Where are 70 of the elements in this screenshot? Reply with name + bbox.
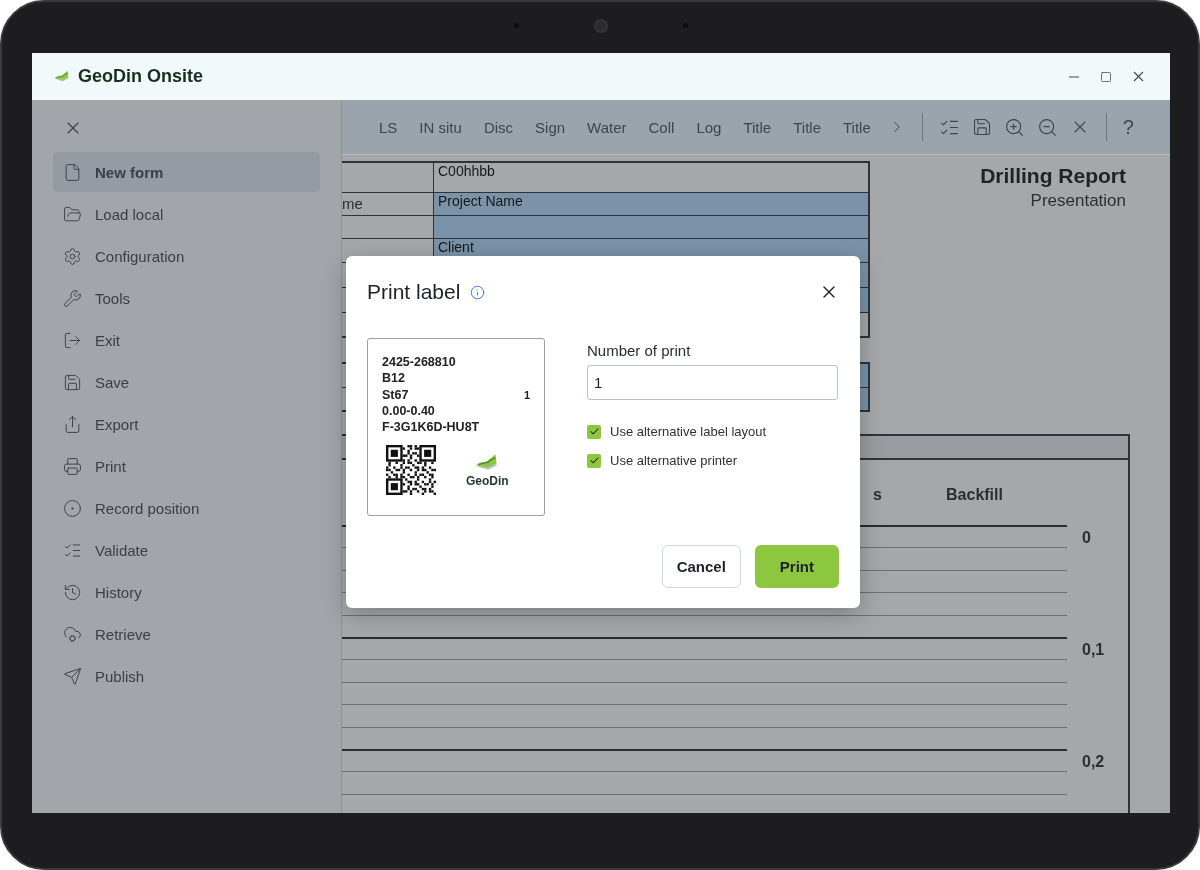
sidebar-item[interactable]: History bbox=[53, 572, 320, 612]
history-icon bbox=[63, 582, 82, 602]
label-line: 0.00-0.40 bbox=[382, 402, 436, 420]
sidebar-item[interactable]: Print bbox=[53, 446, 320, 486]
logo-text: GeoDin bbox=[466, 474, 509, 489]
upload-icon bbox=[63, 414, 82, 434]
logo-icon bbox=[475, 452, 500, 473]
sidebar-item[interactable]: Record position bbox=[53, 488, 320, 528]
tab[interactable]: Disc bbox=[472, 118, 525, 136]
dialog-title: Print label bbox=[367, 280, 461, 304]
checkbox-option[interactable]: Use alternative label layout bbox=[587, 424, 839, 439]
table-cell: Project Name bbox=[434, 193, 868, 215]
tab[interactable]: IN situ bbox=[408, 118, 473, 136]
table-cell-text: C00hhbb bbox=[437, 163, 496, 181]
sidebar-item[interactable]: Load local bbox=[53, 194, 320, 234]
depth-label: 0,2 bbox=[1082, 752, 1105, 770]
checkbox[interactable] bbox=[587, 424, 601, 439]
checkbox[interactable] bbox=[587, 453, 601, 468]
sidebar-item[interactable]: Export bbox=[53, 404, 320, 444]
sidebar-item[interactable]: Configuration bbox=[53, 236, 320, 276]
label-line: St67 bbox=[382, 386, 410, 403]
sidebar-item[interactable]: Publish bbox=[53, 656, 320, 696]
depth-label: 0 bbox=[1082, 529, 1091, 546]
tab[interactable]: Title bbox=[782, 118, 832, 136]
info-icon[interactable] bbox=[470, 284, 486, 300]
app-title: GeoDin Onsite bbox=[78, 66, 204, 87]
sidebar-item[interactable]: Exit bbox=[53, 320, 320, 360]
printer-icon bbox=[63, 456, 82, 476]
input-field[interactable]: 1 bbox=[587, 365, 838, 400]
folder-icon bbox=[63, 204, 82, 224]
exit-icon bbox=[63, 330, 82, 350]
depth-label: 0,1 bbox=[1082, 640, 1105, 658]
maximize-icon[interactable] bbox=[1100, 70, 1112, 83]
label-line: F-3G1K6D-HU8T bbox=[382, 419, 481, 436]
print-button[interactable]: Print bbox=[754, 545, 839, 588]
column-heading: s bbox=[872, 484, 882, 504]
file-icon bbox=[63, 162, 82, 182]
gear-icon bbox=[63, 246, 82, 266]
qr-code-icon bbox=[386, 445, 436, 496]
tab[interactable]: Title bbox=[831, 118, 882, 136]
sidebar-item[interactable]: Save bbox=[53, 362, 320, 402]
option-label: Use alternative label layout bbox=[610, 424, 767, 439]
sidebar-item[interactable]: Validate bbox=[53, 530, 320, 570]
save-icon bbox=[63, 372, 82, 392]
logo-icon bbox=[54, 70, 70, 83]
tab[interactable]: Water bbox=[576, 118, 638, 136]
sidebar-item[interactable]: New form bbox=[53, 152, 320, 192]
sidebar-item[interactable]: Tools bbox=[53, 278, 320, 318]
checkbox-option[interactable]: Use alternative printer bbox=[587, 453, 839, 468]
send-icon bbox=[63, 666, 82, 686]
tab[interactable]: Coll bbox=[637, 118, 686, 136]
help-button[interactable]: ? bbox=[1116, 115, 1140, 139]
sidebar-item[interactable]: Retrieve bbox=[53, 614, 320, 654]
tab[interactable]: LS bbox=[368, 118, 409, 136]
cancel-button[interactable]: Cancel bbox=[661, 545, 741, 588]
label-line: B12 bbox=[382, 370, 406, 387]
label-line: 2425-268810 bbox=[382, 354, 457, 371]
tab[interactable]: Sign bbox=[524, 118, 577, 136]
tab[interactable]: Title bbox=[732, 118, 783, 136]
radio-dot-icon bbox=[63, 498, 82, 518]
option-label: Use alternative printer bbox=[610, 453, 738, 468]
wrench-icon bbox=[63, 288, 82, 308]
report-subtitle: Presentation bbox=[1030, 191, 1126, 211]
report-title: Drilling Report bbox=[980, 164, 1126, 188]
camera-lens bbox=[594, 18, 608, 33]
field-label: Number of print bbox=[587, 342, 692, 359]
cloud-icon bbox=[63, 624, 82, 644]
tab[interactable]: Log bbox=[685, 118, 733, 136]
column-heading: Backfill bbox=[945, 484, 1004, 504]
label-count: 1 bbox=[523, 388, 530, 401]
